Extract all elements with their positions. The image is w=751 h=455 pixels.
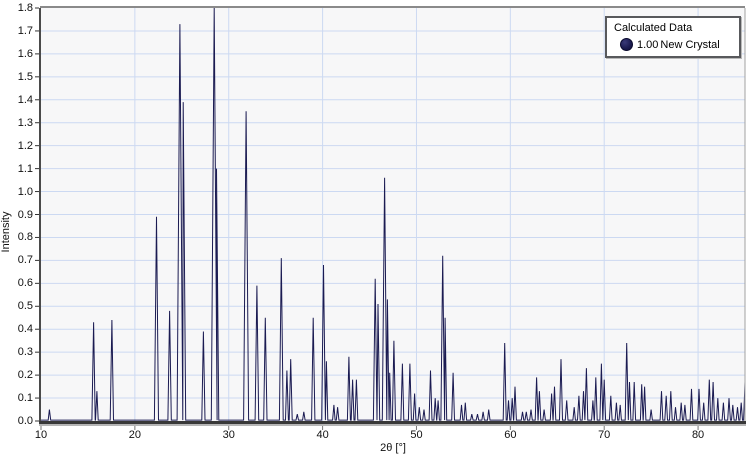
y-tick-label: 1.2 <box>3 141 33 152</box>
y-tick-label: 0.6 <box>3 278 33 289</box>
y-tick-label: 1.5 <box>3 72 33 83</box>
x-axis-title: 2θ [°] <box>41 442 745 454</box>
y-tick-label: 1.8 <box>3 3 33 14</box>
y-tick-label: 0.9 <box>3 210 33 221</box>
x-tick-label: 80 <box>678 430 718 441</box>
y-tick-label: 0.1 <box>3 393 33 404</box>
y-tick-label: 1.7 <box>3 26 33 37</box>
x-axis-shadow <box>39 424 746 426</box>
y-tick-label: 1.6 <box>3 49 33 60</box>
x-axis-line <box>39 421 746 424</box>
y-tick-label: 1.0 <box>3 187 33 198</box>
y-tick-label: 0.8 <box>3 232 33 243</box>
x-tick-label: 20 <box>115 430 155 441</box>
y-tick-label: 1.1 <box>3 164 33 175</box>
y-tick-label: 0.2 <box>3 370 33 381</box>
x-tick-label: 70 <box>584 430 624 441</box>
y-tick-label: 1.3 <box>3 118 33 129</box>
y-tick-label: 1.4 <box>3 95 33 106</box>
plot-area <box>0 0 751 455</box>
y-tick-label: 0.7 <box>3 255 33 266</box>
y-tick-label: 0.4 <box>3 324 33 335</box>
legend: Calculated Data 1.00 New Crystal <box>605 16 741 58</box>
x-tick-label: 30 <box>209 430 249 441</box>
x-tick-label: 50 <box>396 430 436 441</box>
x-tick-label: 60 <box>490 430 530 441</box>
y-tick-label: 0.0 <box>3 416 33 427</box>
legend-item: 1.00 New Crystal <box>620 38 733 51</box>
legend-title: Calculated Data <box>614 22 733 34</box>
legend-series-label: New Crystal <box>660 39 719 51</box>
y-tick-label: 0.5 <box>3 301 33 312</box>
series-marker-circle-icon <box>620 38 633 51</box>
xrd-pattern-chart: Intensity 2θ [°] Calculated Data 1.00 Ne… <box>0 0 751 455</box>
x-tick-label: 10 <box>21 430 61 441</box>
y-tick-label: 0.3 <box>3 347 33 358</box>
x-tick-label: 40 <box>303 430 343 441</box>
legend-series-scale: 1.00 <box>637 39 658 51</box>
